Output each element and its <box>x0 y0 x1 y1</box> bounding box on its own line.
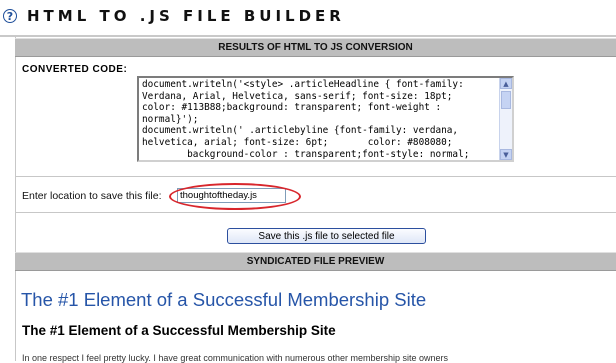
help-icon[interactable]: ? <box>3 9 17 23</box>
converted-code-text: document.writeln('<style> .articleHeadli… <box>142 79 470 160</box>
section-divider <box>15 176 616 177</box>
preview-article-headline: The #1 Element of a Successful Membershi… <box>21 289 427 310</box>
section-divider <box>15 212 616 213</box>
app-title: HTML TO .JS FILE BUILDER <box>27 7 345 25</box>
title-bar: ? HTML TO .JS FILE BUILDER <box>0 0 616 36</box>
results-section-header: RESULTS OF HTML TO JS CONVERSION <box>15 38 616 57</box>
save-location-label: Enter location to save this file: <box>22 190 162 202</box>
preview-article-body: In one respect I feel pretty lucky. I ha… <box>22 353 449 363</box>
scroll-thumb[interactable] <box>501 91 511 109</box>
preview-section-header: SYNDICATED FILE PREVIEW <box>15 252 616 271</box>
scroll-down-icon[interactable]: ▼ <box>500 149 512 160</box>
code-scrollbar[interactable]: ▲ ▼ <box>499 78 512 160</box>
save-js-file-button[interactable]: Save this .js file to selected file <box>227 228 426 244</box>
preview-article-subtitle: The #1 Element of a Successful Membershi… <box>22 323 336 338</box>
converted-code-textarea[interactable]: document.writeln('<style> .articleHeadli… <box>137 76 514 162</box>
converted-code-label: CONVERTED CODE: <box>22 64 128 75</box>
save-location-input[interactable]: thoughtoftheday.js <box>177 188 286 203</box>
scroll-up-icon[interactable]: ▲ <box>500 78 512 89</box>
